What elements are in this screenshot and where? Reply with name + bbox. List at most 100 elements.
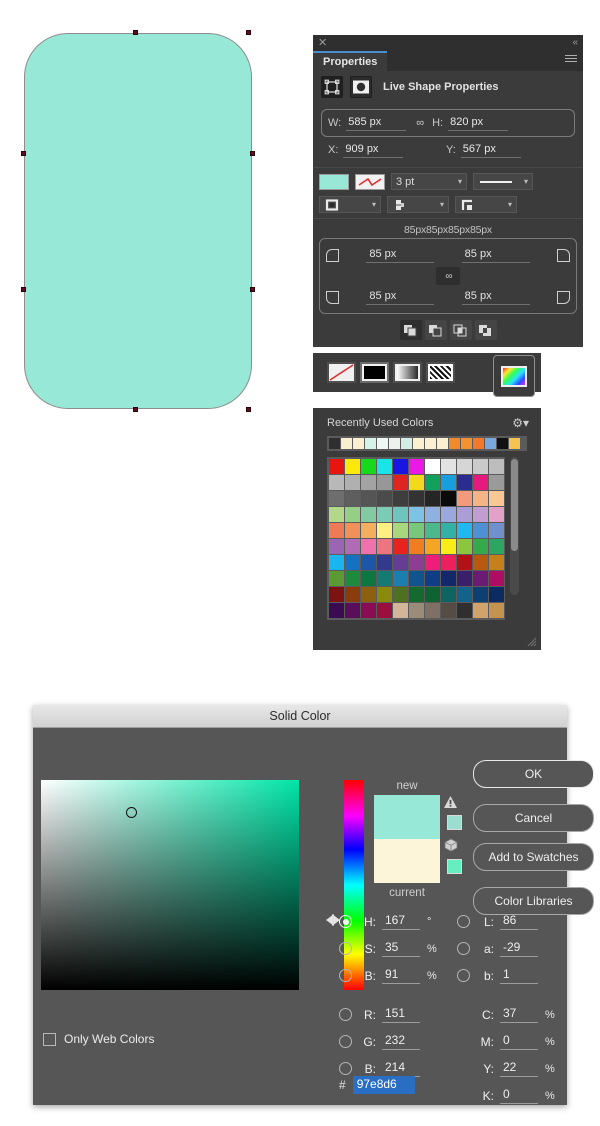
current-color-swatch[interactable] [374, 839, 440, 883]
field-brightness[interactable]: B: 91 % [339, 962, 437, 989]
gradient-swatch-button[interactable] [393, 362, 422, 383]
radio-blue[interactable] [339, 1062, 352, 1075]
in-gamut-color-swatch[interactable] [446, 815, 462, 830]
recent-color-swatch[interactable] [449, 438, 460, 449]
field-magenta[interactable]: M: 0 % [457, 1028, 555, 1055]
checkbox-box[interactable] [43, 1032, 56, 1046]
color-swatch[interactable] [473, 459, 488, 474]
color-swatch[interactable] [329, 587, 344, 602]
anchor-point[interactable] [250, 151, 255, 156]
recent-colors-strip[interactable] [327, 436, 527, 451]
color-swatch[interactable] [345, 539, 360, 554]
cap-style-dropdown[interactable]: ▾ [387, 196, 449, 213]
corner-style-dropdown[interactable]: ▾ [455, 196, 517, 213]
color-swatch[interactable] [473, 523, 488, 538]
link-radius-icon[interactable]: ∞ [436, 267, 460, 285]
swatch-grid[interactable] [329, 459, 504, 618]
anchor-point[interactable] [250, 287, 255, 292]
color-swatch[interactable] [441, 491, 456, 506]
pathfinder-minus-front-button[interactable] [424, 320, 447, 340]
recent-color-swatch[interactable] [437, 438, 448, 449]
radio-lightness[interactable] [457, 915, 470, 928]
color-swatch[interactable] [393, 539, 408, 554]
cyan-value[interactable]: 37 [500, 1006, 538, 1023]
height-field[interactable]: H: 820 px [432, 115, 509, 131]
color-swatch[interactable] [489, 475, 504, 490]
color-swatch[interactable] [441, 555, 456, 570]
color-swatch[interactable] [425, 475, 440, 490]
recent-color-swatch[interactable] [341, 438, 352, 449]
artboard-canvas[interactable] [0, 0, 313, 690]
color-swatch[interactable] [457, 571, 472, 586]
color-swatch[interactable] [409, 555, 424, 570]
radio-lab-a[interactable] [457, 942, 470, 955]
color-swatch[interactable] [457, 475, 472, 490]
color-swatch[interactable] [425, 571, 440, 586]
recent-color-swatch[interactable] [329, 438, 340, 449]
anchor-point[interactable] [246, 407, 251, 412]
color-swatch[interactable] [345, 475, 360, 490]
solid-color-swatch-button[interactable] [360, 362, 389, 383]
color-swatch[interactable] [473, 491, 488, 506]
color-swatch[interactable] [457, 587, 472, 602]
height-value[interactable]: 820 px [448, 115, 509, 131]
recent-color-swatch[interactable] [365, 438, 376, 449]
color-swatch[interactable] [345, 571, 360, 586]
saturation-brightness-field[interactable] [41, 780, 299, 990]
color-swatch[interactable] [345, 523, 360, 538]
new-color-swatch[interactable] [374, 795, 440, 839]
color-swatch[interactable] [425, 539, 440, 554]
corner-top-left-value[interactable]: 85 px [366, 247, 435, 263]
stroke-align-dropdown[interactable]: ▾ [319, 196, 381, 213]
color-swatch[interactable] [457, 539, 472, 554]
radio-hue[interactable] [339, 915, 352, 928]
color-swatch[interactable] [425, 555, 440, 570]
x-value[interactable]: 909 px [343, 142, 404, 158]
selected-shape-group[interactable] [21, 30, 255, 412]
color-swatch[interactable] [393, 571, 408, 586]
color-swatch[interactable] [425, 587, 440, 602]
corner-top-left-icon[interactable] [326, 248, 339, 262]
color-swatch[interactable] [345, 555, 360, 570]
color-swatch[interactable] [489, 507, 504, 522]
color-swatch[interactable] [377, 507, 392, 522]
color-swatch[interactable] [425, 523, 440, 538]
color-swatch[interactable] [393, 587, 408, 602]
color-swatch[interactable] [489, 555, 504, 570]
hamburger-menu-icon[interactable] [565, 55, 577, 65]
color-swatch[interactable] [393, 555, 408, 570]
anchor-point[interactable] [133, 30, 138, 35]
hex-value[interactable]: 97e8d6 [352, 1076, 415, 1094]
color-swatch[interactable] [329, 571, 344, 586]
width-value[interactable]: 585 px [346, 115, 407, 131]
tab-properties[interactable]: Properties [313, 51, 388, 71]
color-swatch[interactable] [377, 587, 392, 602]
color-swatch[interactable] [409, 539, 424, 554]
web-safe-color-swatch[interactable] [446, 859, 462, 874]
color-swatch[interactable] [425, 507, 440, 522]
color-swatch[interactable] [377, 603, 392, 618]
recent-color-swatch[interactable] [485, 438, 496, 449]
color-swatch[interactable] [377, 523, 392, 538]
color-swatch[interactable] [457, 459, 472, 474]
fill-color-swatch[interactable] [319, 173, 349, 190]
corner-bottom-right-value[interactable]: 85 px [461, 289, 530, 305]
color-swatch[interactable] [425, 603, 440, 618]
recent-color-swatch[interactable] [509, 438, 520, 449]
color-swatch[interactable] [473, 603, 488, 618]
field-lab-a[interactable]: a: -29 [457, 935, 555, 962]
y-field[interactable]: Y: 567 px [446, 142, 521, 158]
color-swatch[interactable] [489, 459, 504, 474]
color-swatch[interactable] [361, 539, 376, 554]
close-icon[interactable]: ✕ [318, 36, 327, 50]
radio-red[interactable] [339, 1008, 352, 1021]
ok-button[interactable]: OK [473, 760, 594, 788]
color-swatch[interactable] [441, 459, 456, 474]
radio-brightness[interactable] [339, 969, 352, 982]
anchor-point[interactable] [21, 287, 26, 292]
color-swatch[interactable] [393, 507, 408, 522]
green-value[interactable]: 232 [382, 1033, 420, 1050]
recent-color-swatch[interactable] [353, 438, 364, 449]
field-cyan[interactable]: C: 37 % [457, 1001, 555, 1028]
x-field[interactable]: X: 909 px [328, 142, 446, 158]
